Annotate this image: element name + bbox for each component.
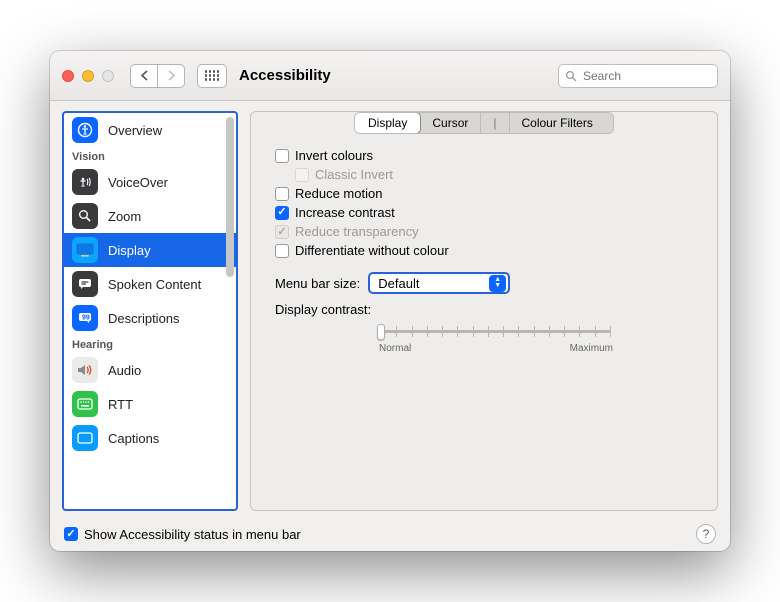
voiceover-icon — [72, 169, 98, 195]
sidebar-item-rtt[interactable]: RTT — [64, 387, 236, 421]
minimize-button[interactable] — [82, 70, 94, 82]
tabs: Display Cursor | Colour Filters — [354, 112, 614, 134]
show-all-button[interactable] — [197, 64, 227, 88]
close-button[interactable] — [62, 70, 74, 82]
sidebar-item-label: VoiceOver — [108, 175, 168, 190]
tab-display[interactable]: Display — [354, 112, 421, 134]
rtt-icon — [72, 391, 98, 417]
reduce-motion-label: Reduce motion — [295, 186, 382, 201]
sidebar-item-label: Zoom — [108, 209, 141, 224]
increase-contrast-checkbox[interactable] — [275, 206, 289, 220]
increase-contrast-row: Increase contrast — [275, 205, 697, 220]
status-menubar-checkbox[interactable] — [64, 527, 78, 541]
back-button[interactable] — [130, 64, 158, 88]
zoom-button[interactable] — [102, 70, 114, 82]
preferences-window: Accessibility Overview Vision — [50, 51, 730, 551]
display-icon — [72, 237, 98, 263]
traffic-lights — [62, 70, 114, 82]
sidebar-item-spoken-content[interactable]: Spoken Content — [64, 267, 236, 301]
menu-bar-size-label: Menu bar size: — [275, 276, 360, 291]
tab-colour-filters[interactable]: Colour Filters — [510, 113, 605, 133]
invert-colours-checkbox[interactable] — [275, 149, 289, 163]
descriptions-icon: 99 — [72, 305, 98, 331]
search-field[interactable] — [558, 64, 718, 88]
sidebar-item-zoom[interactable]: Zoom — [64, 199, 236, 233]
sidebar-item-label: RTT — [108, 397, 133, 412]
chevron-up-down-icon: ▲▼ — [489, 275, 506, 292]
sidebar-item-label: Audio — [108, 363, 141, 378]
help-icon: ? — [703, 527, 710, 541]
sidebar-item-label: Descriptions — [108, 311, 180, 326]
display-contrast-label: Display contrast: — [275, 302, 371, 317]
grid-icon — [205, 70, 220, 81]
reduce-motion-row: Reduce motion — [275, 186, 697, 201]
invert-colours-label: Invert colours — [295, 148, 373, 163]
reduce-transparency-row: Reduce transparency — [275, 224, 697, 239]
sidebar-item-label: Overview — [108, 123, 162, 138]
audio-icon — [72, 357, 98, 383]
sidebar-scrollbar[interactable] — [226, 117, 234, 277]
sidebar-item-label: Spoken Content — [108, 277, 201, 292]
sidebar-header-hearing: Hearing — [64, 335, 236, 353]
svg-text:99: 99 — [82, 315, 90, 322]
increase-contrast-label: Increase contrast — [295, 205, 395, 220]
differentiate-colour-checkbox[interactable] — [275, 244, 289, 258]
invert-colours-row: Invert colours — [275, 148, 697, 163]
captions-icon — [72, 425, 98, 451]
toolbar: Accessibility — [50, 51, 730, 101]
sidebar-header-vision: Vision — [64, 147, 236, 165]
classic-invert-label: Classic Invert — [315, 167, 393, 182]
differentiate-colour-row: Differentiate without colour — [275, 243, 697, 258]
tab-separator: | — [481, 113, 509, 133]
nav-buttons — [130, 64, 185, 88]
sidebar-item-label: Display — [108, 243, 151, 258]
sidebar-item-label: Captions — [108, 431, 159, 446]
menu-bar-size-select[interactable]: Default ▲▼ — [368, 272, 510, 294]
sidebar-item-captions[interactable]: Captions — [64, 421, 236, 455]
differentiate-colour-label: Differentiate without colour — [295, 243, 449, 258]
status-menubar-label: Show Accessibility status in menu bar — [84, 527, 301, 542]
menu-bar-size-row: Menu bar size: Default ▲▼ — [275, 272, 697, 294]
sidebar-item-voiceover[interactable]: VoiceOver — [64, 165, 236, 199]
window-title: Accessibility — [239, 67, 331, 84]
display-contrast-row: Display contrast: Normal Maximum — [271, 302, 697, 354]
reduce-transparency-label: Reduce transparency — [295, 224, 419, 239]
slider-thumb[interactable] — [377, 324, 385, 340]
spoken-content-icon — [72, 271, 98, 297]
slider-min-label: Normal — [379, 343, 411, 354]
menu-bar-size-value: Default — [378, 276, 419, 291]
help-button[interactable]: ? — [696, 524, 716, 544]
zoom-icon — [72, 203, 98, 229]
display-contrast-slider[interactable] — [381, 321, 611, 341]
sidebar-item-overview[interactable]: Overview — [64, 113, 236, 147]
sidebar-item-audio[interactable]: Audio — [64, 353, 236, 387]
overview-icon — [72, 117, 98, 143]
search-icon — [565, 70, 577, 82]
sidebar-item-display[interactable]: Display — [64, 233, 236, 267]
search-input[interactable] — [581, 68, 711, 84]
sidebar-item-descriptions[interactable]: 99 Descriptions — [64, 301, 236, 335]
reduce-transparency-checkbox — [275, 225, 289, 239]
forward-button[interactable] — [157, 64, 185, 88]
tab-cursor[interactable]: Cursor — [420, 113, 481, 133]
settings-panel: Display Cursor | Colour Filters Invert c… — [250, 111, 718, 511]
classic-invert-row: Classic Invert — [295, 167, 697, 182]
reduce-motion-checkbox[interactable] — [275, 187, 289, 201]
classic-invert-checkbox — [295, 168, 309, 182]
slider-max-label: Maximum — [570, 343, 613, 354]
sidebar: Overview Vision VoiceOver Zoom — [62, 111, 238, 511]
footer: Show Accessibility status in menu bar ? — [50, 517, 730, 551]
